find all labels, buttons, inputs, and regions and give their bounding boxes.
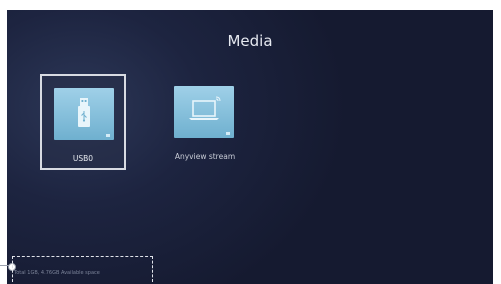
anyview-thumbnail — [174, 86, 234, 138]
source-tile-anyview-stream[interactable]: Anyview stream — [162, 74, 248, 170]
source-label: USB0 — [72, 154, 94, 163]
media-screen: Media USB0 Anyview stream — [7, 10, 493, 284]
storage-info-text: Total 1GB, 4.76GB Available space — [14, 270, 100, 276]
usb-thumbnail — [54, 88, 114, 140]
thumb-chip — [106, 134, 110, 137]
annotation-highlight-box — [12, 256, 153, 282]
usb-drive-icon — [78, 98, 90, 127]
thumb-chip — [226, 132, 230, 135]
page-title: Media — [227, 32, 273, 50]
source-label: Anyview stream — [174, 152, 236, 161]
source-tile-usb0[interactable]: USB0 — [40, 74, 126, 170]
laptop-cast-icon — [189, 96, 221, 120]
